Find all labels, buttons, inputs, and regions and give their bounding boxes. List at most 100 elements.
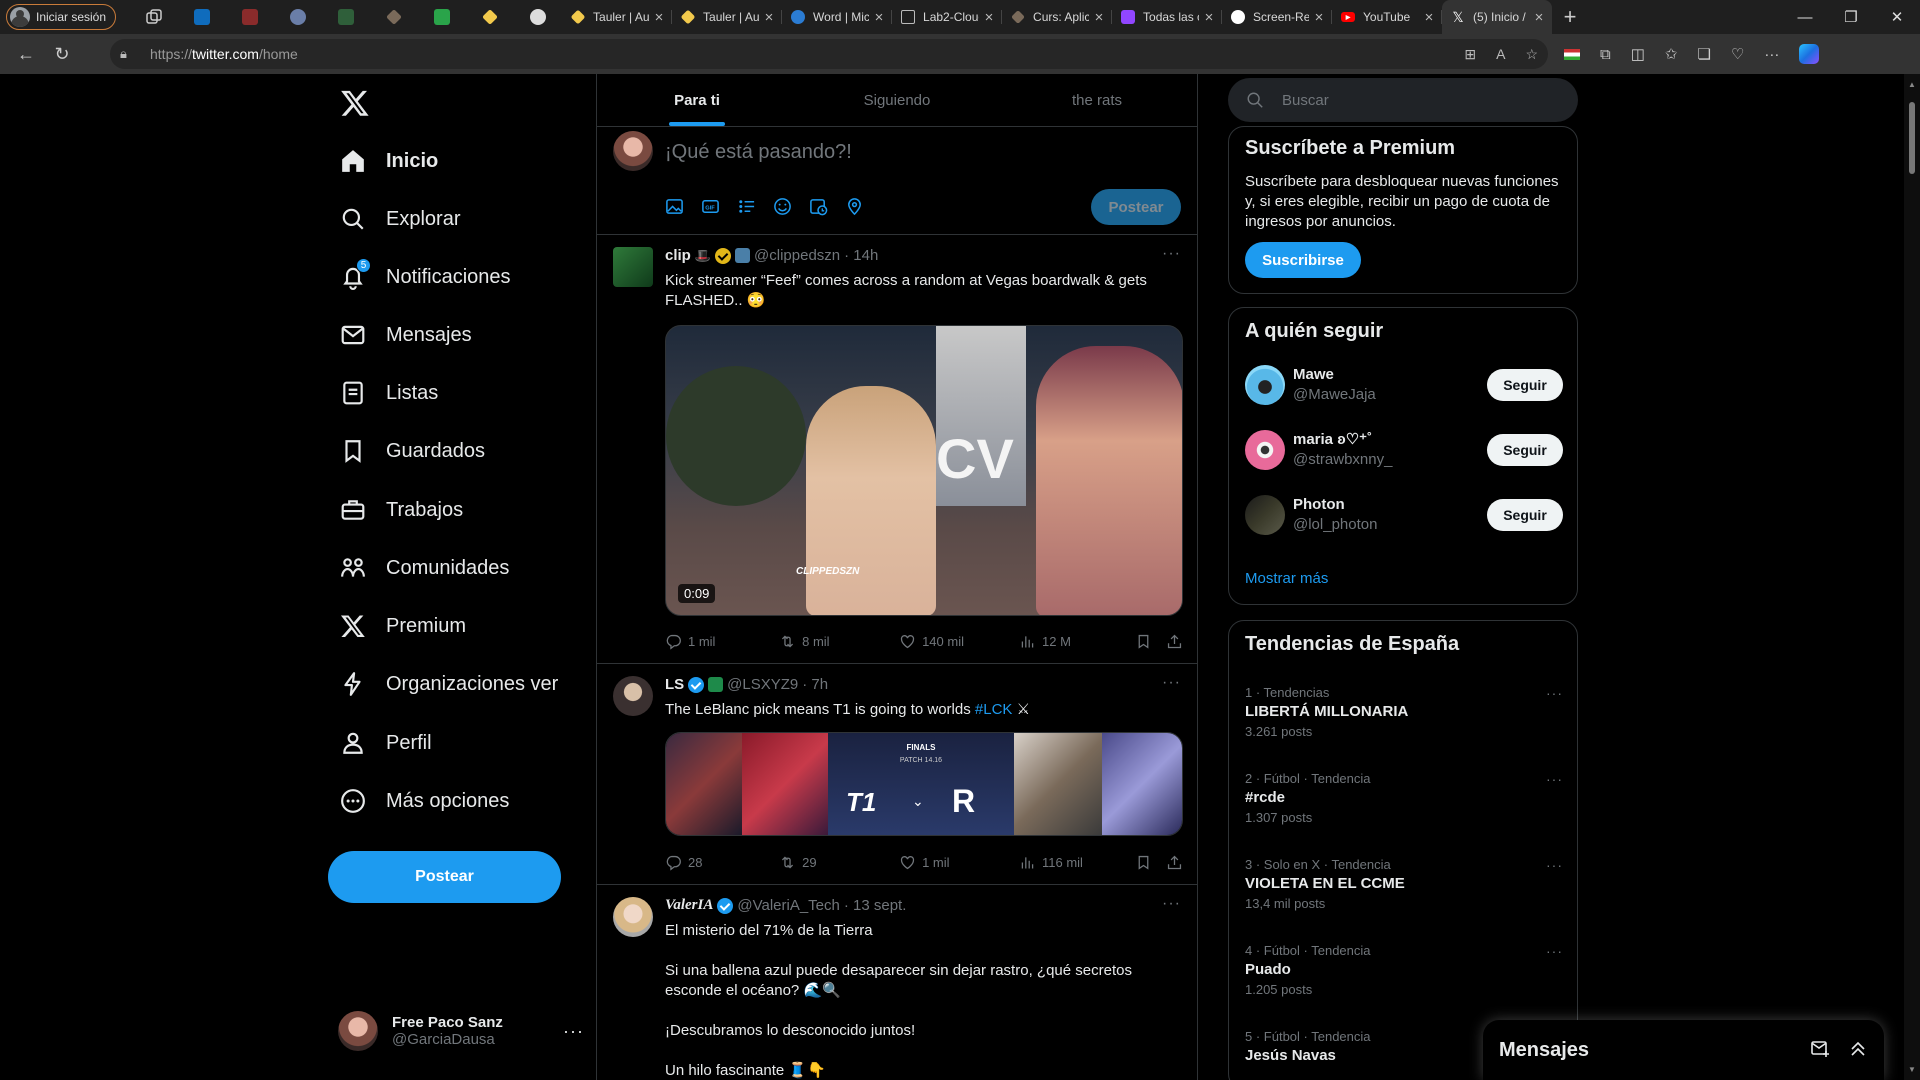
author-name[interactable]: clip <box>665 247 691 264</box>
nav-jobs[interactable]: Trabajos <box>340 488 561 532</box>
tab-3[interactable]: Lab2-Cloud.× <box>892 0 1003 34</box>
close-tab-icon[interactable]: × <box>1312 9 1326 26</box>
nav-communities[interactable]: Comunidades <box>340 546 561 590</box>
close-tab-icon[interactable]: × <box>652 9 666 26</box>
poll-icon[interactable] <box>737 197 756 216</box>
app-available-icon[interactable]: ⊞ <box>1464 46 1476 63</box>
more-dots-icon[interactable]: ··· <box>1162 895 1181 913</box>
tweet-time[interactable]: · 13 sept. <box>844 897 907 914</box>
like-button[interactable]: 1 mil <box>899 854 1019 871</box>
author-handle[interactable]: @ValeriA_Tech <box>737 897 840 914</box>
pinned-tab-4[interactable] <box>322 0 370 34</box>
search-input[interactable]: Buscar <box>1228 78 1578 122</box>
views-button[interactable]: 116 mil <box>1019 854 1135 871</box>
tab-0[interactable]: Tauler | Aule× <box>562 0 673 34</box>
more-dots-icon[interactable]: ··· <box>1162 674 1181 692</box>
tweet-time[interactable]: · 7h <box>802 676 828 693</box>
expand-chevrons-icon[interactable] <box>1848 1038 1868 1063</box>
restore-icon[interactable]: ❐ <box>1828 0 1874 34</box>
follow-suggestion[interactable]: maria ʚ♡⁺˚ @strawbxnny_ Seguir <box>1245 428 1563 472</box>
tab-8-active[interactable]: 𝕏 (5) Inicio / X× <box>1442 0 1553 34</box>
more-dots-icon[interactable]: ··· <box>1546 943 1563 959</box>
compose-input[interactable]: ¡Qué está pasando?! <box>665 141 852 164</box>
follow-suggestion[interactable]: Photon @lol_photon Seguir <box>1245 493 1563 537</box>
repost-button[interactable]: 8 mil <box>779 633 899 650</box>
pinned-tab-6[interactable] <box>418 0 466 34</box>
tweet[interactable]: clip 🎩 @clippedszn · 14h ··· Kick stream… <box>597 235 1197 664</box>
avatar[interactable] <box>613 676 653 716</box>
address-bar[interactable]: 🔒︎ https://twitter.com/home ⊞ A ☆ <box>110 39 1548 69</box>
tab-7[interactable]: ▶ YouTube × <box>1332 0 1443 34</box>
follow-button[interactable]: Seguir <box>1487 369 1563 401</box>
close-tab-icon[interactable]: × <box>1422 9 1436 26</box>
tab-for-you[interactable]: Para ti <box>597 74 797 126</box>
image-icon[interactable] <box>665 197 684 216</box>
emoji-icon[interactable] <box>773 197 792 216</box>
close-tab-icon[interactable]: × <box>1532 9 1546 26</box>
collections-icon[interactable]: ❏ <box>1697 45 1710 63</box>
read-aloud-icon[interactable]: A <box>1496 46 1505 63</box>
tab-6[interactable]: Screen-Reco× <box>1222 0 1333 34</box>
refresh-icon[interactable]: ↻ <box>44 36 80 72</box>
extension-flag-icon[interactable] <box>1564 48 1580 60</box>
close-tab-icon[interactable]: × <box>982 9 996 26</box>
nav-lists[interactable]: Listas <box>340 371 561 415</box>
scroll-up-icon[interactable]: ▲ <box>1908 80 1916 89</box>
close-tab-icon[interactable]: × <box>1092 9 1106 26</box>
tab-1[interactable]: Tauler | Aule× <box>672 0 783 34</box>
tweet[interactable]: LS @LSXYZ9 · 7h ··· The LeBlanc pick mea… <box>597 664 1197 885</box>
workspaces-button[interactable] <box>130 0 178 34</box>
scrollbar-thumb[interactable] <box>1909 102 1915 174</box>
follow-button[interactable]: Seguir <box>1487 434 1563 466</box>
tweet-time[interactable]: · 14h <box>844 247 878 264</box>
follow-button[interactable]: Seguir <box>1487 499 1563 531</box>
copilot-icon[interactable] <box>1799 44 1820 64</box>
author-name[interactable]: LS <box>665 676 684 693</box>
avatar[interactable] <box>613 897 653 937</box>
back-arrow-icon[interactable]: ← <box>8 36 44 72</box>
new-message-icon[interactable] <box>1810 1038 1830 1063</box>
reply-button[interactable]: 28 <box>665 854 779 871</box>
minimize-icon[interactable]: — <box>1782 0 1828 34</box>
repost-button[interactable]: 29 <box>779 854 899 871</box>
scroll-down-icon[interactable]: ▼ <box>1908 1065 1916 1074</box>
account-switcher[interactable]: Free Paco Sanz @GarciaDausa ··· <box>338 1003 584 1059</box>
tweet-image[interactable]: FINALS PATCH 14.16 T1 ⌄ R <box>665 732 1183 836</box>
location-icon[interactable] <box>845 197 864 216</box>
extensions-puzzle-icon[interactable]: ⧉ <box>1600 46 1611 63</box>
pinned-tab-3[interactable] <box>274 0 322 34</box>
browser-essentials-icon[interactable]: ♡ <box>1731 45 1744 63</box>
bookmark-button[interactable] <box>1135 854 1166 871</box>
more-dots-icon[interactable]: ··· <box>563 1021 584 1042</box>
share-button[interactable] <box>1166 854 1183 871</box>
favorite-star-icon[interactable]: ☆ <box>1525 46 1538 63</box>
author-name[interactable]: ValerIA <box>665 897 713 914</box>
more-dots-icon[interactable]: ··· <box>1546 685 1563 701</box>
trend-item[interactable]: 1 · Tendencias LIBERTÁ MILLONARIA 3.261 … <box>1245 685 1563 739</box>
nav-messages[interactable]: Mensajes <box>340 313 561 357</box>
messages-drawer[interactable]: Mensajes <box>1483 1020 1884 1080</box>
author-handle[interactable]: @clippedszn <box>754 247 840 264</box>
tab-5[interactable]: Todas las ca× <box>1112 0 1223 34</box>
compose-post-button[interactable]: Postear <box>1091 189 1181 225</box>
close-tab-icon[interactable]: × <box>762 9 776 26</box>
nav-notifications[interactable]: 5 Notificaciones <box>340 255 561 299</box>
tweet-video[interactable]: CV CLIPPEDSZN 0:09 <box>665 325 1183 616</box>
tab-2[interactable]: Word | Micr × <box>782 0 893 34</box>
author-handle[interactable]: @LSXYZ9 <box>727 676 798 693</box>
close-tab-icon[interactable]: × <box>1202 9 1216 26</box>
nav-bookmarks[interactable]: Guardados <box>340 429 561 473</box>
page-scrollbar[interactable]: ▲ ▼ <box>1904 74 1920 1080</box>
tab-4[interactable]: Curs: Aplica× <box>1002 0 1113 34</box>
nav-more-options[interactable]: Más opciones <box>340 779 561 823</box>
new-tab-button[interactable]: + <box>1552 0 1588 34</box>
pinned-tab-2[interactable] <box>226 0 274 34</box>
profile-signin-button[interactable]: Iniciar sesión <box>6 4 117 30</box>
reply-button[interactable]: 1 mil <box>665 633 779 650</box>
views-button[interactable]: 12 M <box>1019 633 1135 650</box>
like-button[interactable]: 140 mil <box>899 633 1019 650</box>
show-more-link[interactable]: Mostrar más <box>1245 570 1328 587</box>
close-tab-icon[interactable]: × <box>872 9 886 26</box>
nav-premium[interactable]: Premium <box>340 604 561 648</box>
pinned-tab-outlook[interactable] <box>178 0 226 34</box>
